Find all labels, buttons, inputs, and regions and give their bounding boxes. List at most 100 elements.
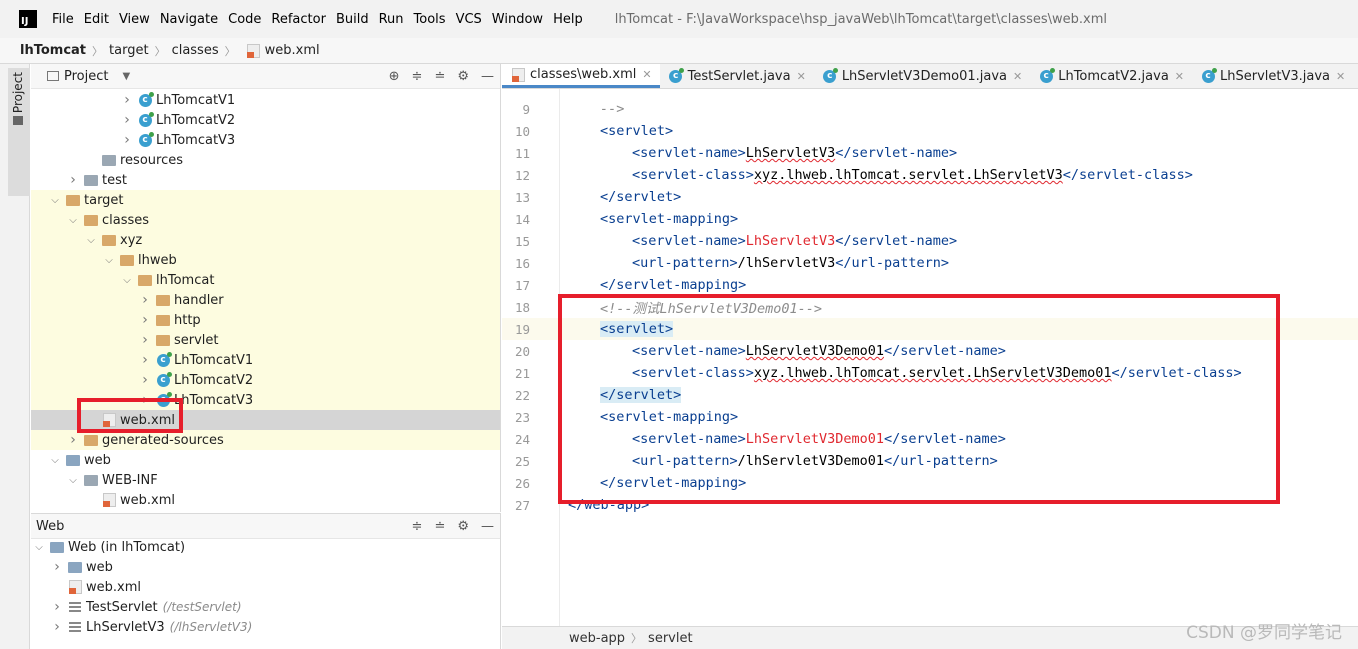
tree-item[interactable]: › handler bbox=[31, 290, 500, 310]
code-token: <servlet> bbox=[600, 321, 674, 337]
hide-icon[interactable]: — bbox=[481, 69, 494, 84]
breadcrumb-item[interactable]: web.xml bbox=[242, 43, 320, 58]
tree-item[interactable]: ⌵ lhTomcat bbox=[31, 270, 500, 290]
collapse-all-icon[interactable]: ≐ bbox=[434, 69, 445, 84]
code-line: 25 <url-pattern>/lhServletV3Demo01 </url-p… bbox=[502, 450, 1358, 472]
tree-item[interactable]: ⌵ lhweb bbox=[31, 250, 500, 270]
menu-window[interactable]: Window bbox=[492, 12, 543, 27]
project-tool-window: Project ▼ ⊕ ≑ ≐ ⚙ — › c LhTomcatV1 › c LhTomc… bbox=[31, 64, 501, 512]
close-icon[interactable]: ✕ bbox=[797, 70, 806, 83]
chevron-right-icon[interactable]: › bbox=[139, 372, 151, 388]
chevron-down-icon[interactable]: ⌵ bbox=[121, 275, 133, 286]
code-line: 21 <servlet-class> xyz.lhweb.lhTomcat.serv… bbox=[502, 362, 1358, 384]
code-editor[interactable]: 9 --> 10 <servlet> 11 <servlet-name> LhServlet… bbox=[502, 89, 1358, 626]
tree-item[interactable]: › test bbox=[31, 170, 500, 190]
chevron-right-icon[interactable]: › bbox=[139, 332, 151, 348]
chevron-right-icon[interactable]: › bbox=[67, 432, 79, 448]
close-icon[interactable]: ✕ bbox=[1013, 70, 1022, 83]
tree-item[interactable]: › c LhTomcatV2 bbox=[31, 370, 500, 390]
editor-breadcrumb-item[interactable]: web-app bbox=[569, 631, 625, 646]
line-number: 11 bbox=[514, 145, 530, 161]
menu-run[interactable]: Run bbox=[379, 12, 404, 27]
tree-item[interactable]: › web bbox=[31, 557, 500, 577]
chevron-down-icon[interactable]: ▼ bbox=[122, 71, 130, 82]
navigation-breadcrumb: lhTomcat 〉 target 〉 classes 〉 web.xml bbox=[0, 38, 1358, 64]
editor-tab[interactable]: c TestServlet.java ✕ bbox=[660, 64, 814, 88]
menu-file[interactable]: File bbox=[52, 12, 74, 27]
chevron-right-icon[interactable]: › bbox=[139, 352, 151, 368]
hide-icon[interactable]: — bbox=[481, 519, 494, 534]
close-icon[interactable]: ✕ bbox=[642, 68, 651, 81]
tree-item[interactable]: › c LhTomcatV1 bbox=[31, 90, 500, 110]
tree-item-label: TestServlet bbox=[86, 599, 158, 615]
tree-item[interactable]: › TestServlet (/testServlet) bbox=[31, 597, 500, 617]
editor-tab[interactable]: c LhTomcatV2.java ✕ bbox=[1030, 64, 1192, 88]
tree-item[interactable]: › http bbox=[31, 310, 500, 330]
chevron-right-icon[interactable]: › bbox=[51, 619, 63, 635]
menu-view[interactable]: View bbox=[119, 12, 150, 27]
close-icon[interactable]: ✕ bbox=[1175, 70, 1184, 83]
chevron-right-icon[interactable]: › bbox=[121, 132, 133, 148]
gear-icon[interactable]: ⚙ bbox=[457, 519, 469, 534]
tree-item[interactable]: › generated-sources bbox=[31, 430, 500, 450]
editor-tab[interactable]: cLhRequestH bbox=[1353, 64, 1358, 88]
chevron-down-icon[interactable]: ⌵ bbox=[103, 255, 115, 266]
chevron-right-icon[interactable]: › bbox=[121, 92, 133, 108]
menu-vcs[interactable]: VCS bbox=[456, 12, 482, 27]
editor-tab[interactable]: classes\web.xml ✕ bbox=[502, 64, 660, 88]
tree-item[interactable]: resources bbox=[31, 150, 500, 170]
tree-item[interactable]: › LhServletV3 (/lhServletV3) bbox=[31, 617, 500, 637]
tree-item[interactable]: ⌵ classes bbox=[31, 210, 500, 230]
tree-item[interactable]: › c LhTomcatV3 bbox=[31, 130, 500, 150]
chevron-down-icon[interactable]: ⌵ bbox=[49, 455, 61, 466]
chevron-right-icon[interactable]: › bbox=[67, 172, 79, 188]
editor-tab[interactable]: c LhServletV3.java ✕ bbox=[1192, 64, 1353, 88]
tree-item[interactable]: web.xml bbox=[31, 490, 500, 510]
chevron-down-icon[interactable]: ⌵ bbox=[67, 215, 79, 226]
tree-item[interactable]: ⌵ xyz bbox=[31, 230, 500, 250]
chevron-down-icon[interactable]: ⌵ bbox=[67, 475, 79, 486]
code-token: <servlet-class> bbox=[632, 167, 754, 183]
tree-item[interactable]: ⌵ WEB-INF bbox=[31, 470, 500, 490]
tree-item[interactable]: ⌵ web bbox=[31, 450, 500, 470]
locate-icon[interactable]: ⊕ bbox=[389, 69, 400, 84]
menu-code[interactable]: Code bbox=[228, 12, 261, 27]
menu-build[interactable]: Build bbox=[336, 12, 369, 27]
tree-item-label: web bbox=[84, 452, 111, 468]
menu-help[interactable]: Help bbox=[553, 12, 583, 27]
menu-edit[interactable]: Edit bbox=[84, 12, 109, 27]
chevron-right-icon[interactable]: › bbox=[139, 292, 151, 308]
menu-refactor[interactable]: Refactor bbox=[271, 12, 326, 27]
chevron-right-icon[interactable]: › bbox=[139, 392, 151, 408]
chevron-right-icon[interactable]: › bbox=[139, 312, 151, 328]
editor-breadcrumb-item[interactable]: servlet bbox=[648, 631, 693, 646]
tree-item[interactable]: ⌵ target bbox=[31, 190, 500, 210]
menu-navigate[interactable]: Navigate bbox=[160, 12, 218, 27]
tree-item[interactable]: web.xml bbox=[31, 577, 500, 597]
tree-item[interactable]: › c LhTomcatV2 bbox=[31, 110, 500, 130]
breadcrumb-item[interactable]: target bbox=[109, 43, 149, 58]
expand-all-icon[interactable]: ≑ bbox=[412, 519, 423, 534]
breadcrumb-item[interactable]: lhTomcat bbox=[20, 43, 86, 58]
chevron-right-icon[interactable]: › bbox=[121, 112, 133, 128]
expand-all-icon[interactable]: ≑ bbox=[412, 69, 423, 84]
tree-item[interactable]: web.xml bbox=[31, 410, 500, 430]
tree-item[interactable]: › c LhTomcatV1 bbox=[31, 350, 500, 370]
code-token: </url-pattern> bbox=[835, 255, 950, 271]
chevron-down-icon[interactable]: ⌵ bbox=[33, 542, 45, 553]
menu-tools[interactable]: Tools bbox=[414, 12, 446, 27]
tree-item[interactable]: › c LhTomcatV3 bbox=[31, 390, 500, 410]
chevron-down-icon[interactable]: ⌵ bbox=[49, 195, 61, 206]
chevron-right-icon[interactable]: › bbox=[51, 559, 63, 575]
close-icon[interactable]: ✕ bbox=[1336, 70, 1345, 83]
editor-tab[interactable]: c LhServletV3Demo01.java ✕ bbox=[814, 64, 1030, 88]
line-number: 18 bbox=[514, 299, 530, 315]
breadcrumb-item[interactable]: classes bbox=[172, 43, 219, 58]
project-view-selector[interactable]: Project ▼ bbox=[41, 69, 130, 84]
collapse-all-icon[interactable]: ≐ bbox=[434, 519, 445, 534]
chevron-right-icon[interactable]: › bbox=[51, 599, 63, 615]
chevron-down-icon[interactable]: ⌵ bbox=[85, 235, 97, 246]
gear-icon[interactable]: ⚙ bbox=[457, 69, 469, 84]
tree-item[interactable]: ⌵ Web (in lhTomcat) bbox=[31, 537, 500, 557]
tree-item[interactable]: › servlet bbox=[31, 330, 500, 350]
